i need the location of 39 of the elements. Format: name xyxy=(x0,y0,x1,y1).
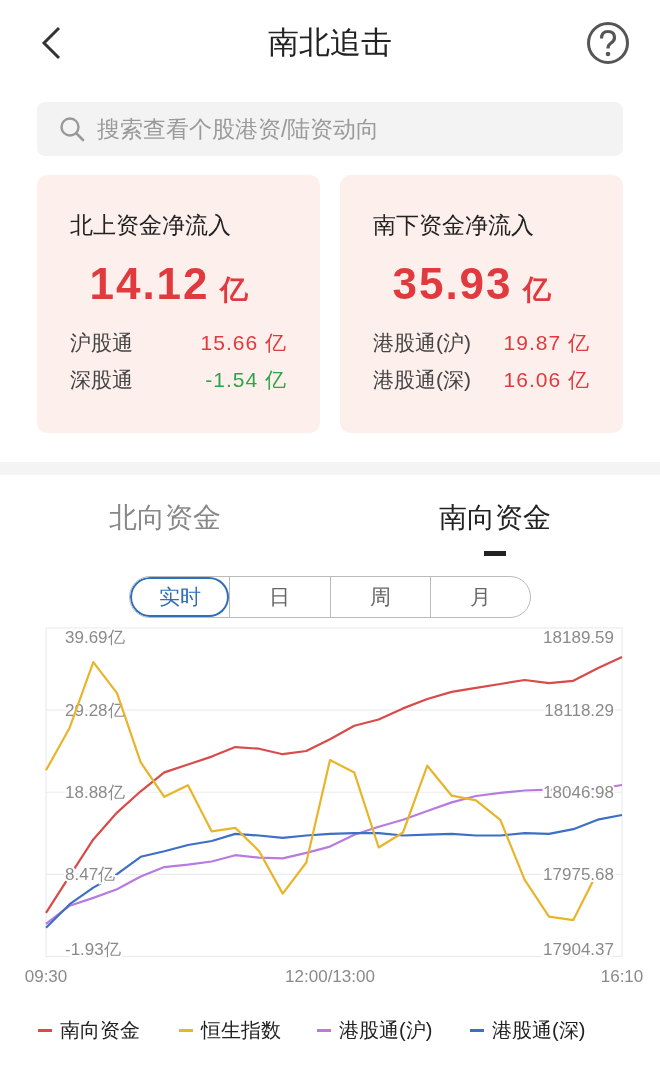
axis-label: 18.88亿 xyxy=(65,783,125,803)
row-label: 港股通(沪) xyxy=(373,329,471,356)
row-label: 深股通 xyxy=(70,366,133,393)
row-value: 16.06 亿 xyxy=(503,366,590,393)
period-tab[interactable]: 月 xyxy=(429,577,530,617)
period-tab[interactable]: 实时 xyxy=(130,577,230,617)
axis-label: 17904.37 xyxy=(543,939,614,959)
card-title: 南下资金净流入 xyxy=(373,211,535,240)
row-value: 15.66 亿 xyxy=(200,329,287,356)
page-title: 南北追击 xyxy=(268,23,392,62)
total-amount: 35.93 xyxy=(392,258,513,310)
period-tab[interactable]: 日 xyxy=(229,577,330,617)
back-icon[interactable] xyxy=(40,26,62,60)
unit-label: 亿 xyxy=(522,273,551,307)
axis-label: 18118.29 xyxy=(544,701,614,721)
row-label: 沪股通 xyxy=(70,329,133,356)
legend-label: 港股通(深) xyxy=(492,1018,586,1043)
tab[interactable]: 南向资金 xyxy=(439,497,551,541)
axis-label: 16:10 xyxy=(600,966,644,986)
period-tab[interactable]: 周 xyxy=(329,577,430,617)
help-icon[interactable] xyxy=(586,21,630,65)
row-label: 港股通(深) xyxy=(373,366,471,393)
legend-label: 南向资金 xyxy=(60,1018,140,1043)
tab[interactable]: 北向资金 xyxy=(109,497,221,541)
total-amount: 14.12 xyxy=(89,258,210,310)
row-value: 19.87 亿 xyxy=(503,329,590,356)
axis-label: -1.93亿 xyxy=(65,939,121,959)
axis-label: 09:30 xyxy=(24,966,68,986)
row-value: -1.54 亿 xyxy=(205,366,287,393)
search-icon xyxy=(59,116,85,142)
legend-label: 恒生指数 xyxy=(201,1018,281,1043)
legend-label: 港股通(沪) xyxy=(339,1018,433,1043)
tab-indicator xyxy=(484,551,506,556)
axis-label: 18189.59 xyxy=(543,628,614,647)
card-title: 北上资金净流入 xyxy=(70,211,232,240)
search-field[interactable]: 搜索查看个股港资/陆资动向 xyxy=(37,102,623,156)
axis-label: 39.69亿 xyxy=(65,628,125,647)
unit-label: 亿 xyxy=(219,273,248,307)
axis-label: 12:00/13:00 xyxy=(285,966,375,986)
